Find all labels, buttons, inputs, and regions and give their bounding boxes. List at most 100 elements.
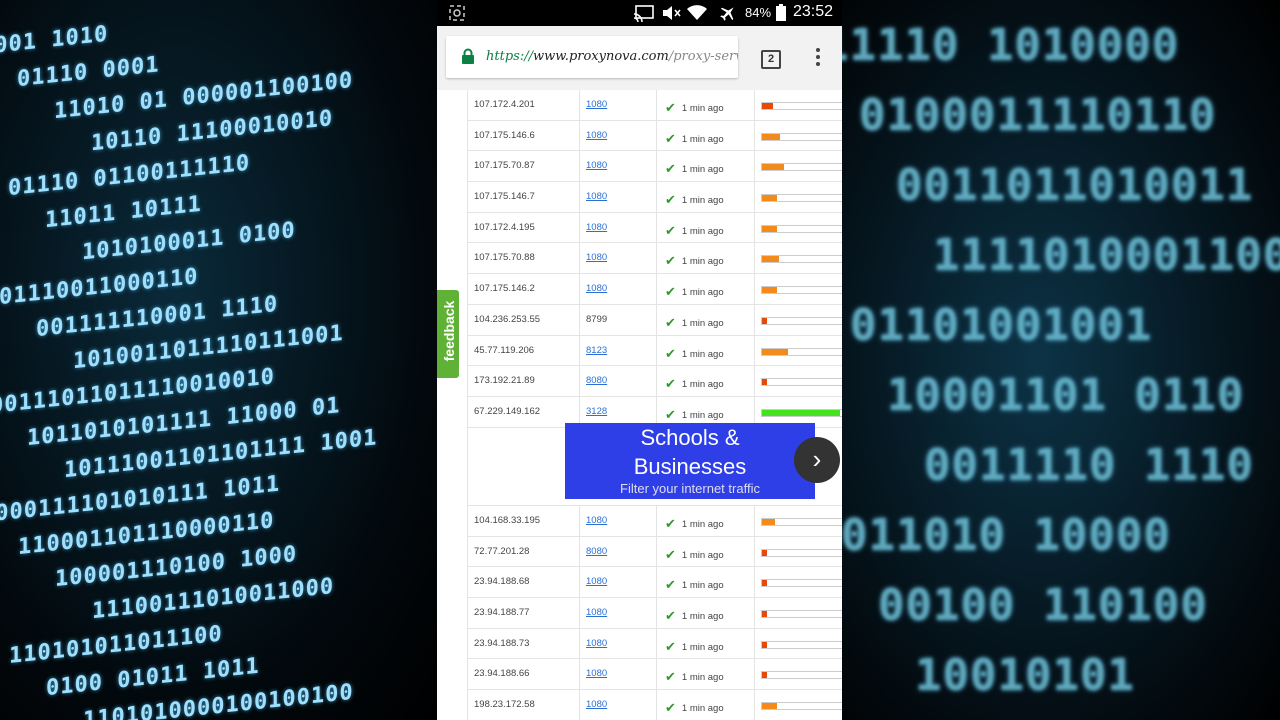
- wifi-icon: [686, 4, 708, 25]
- last-checked-text: 1 min ago: [681, 519, 724, 530]
- feedback-tab[interactable]: feedback: [437, 290, 459, 378]
- lock-icon: [462, 48, 474, 69]
- battery-icon: [776, 4, 786, 25]
- phone-screen: 84% 23:52 https://www.proxynova.com/prox…: [437, 0, 842, 720]
- speed-bar: [761, 548, 842, 557]
- last-checked-cell: ✔ 1 min ago: [656, 212, 754, 243]
- speed-bar-fill: [762, 195, 778, 202]
- cast-icon: [633, 4, 655, 25]
- table-row: 72.77.201.28 8080 ✔ 1 min ago: [467, 536, 842, 568]
- speed-bar: [761, 194, 842, 203]
- last-checked-cell: ✔ 1 min ago: [656, 690, 754, 720]
- speed-bar-fill: [762, 379, 767, 386]
- last-checked-text: 1 min ago: [681, 287, 724, 299]
- ad-title-line2: Businesses: [633, 454, 747, 479]
- last-checked-cell: ✔ 1 min ago: [656, 598, 754, 628]
- last-checked-cell: ✔ 1 min ago: [656, 335, 754, 366]
- check-icon: ✔: [665, 100, 676, 115]
- port-cell: 1080: [579, 567, 656, 598]
- speed-cell: [754, 243, 842, 274]
- last-checked-cell: ✔ 1 min ago: [656, 243, 754, 274]
- ip-address-cell: 173.192.21.89: [467, 366, 579, 396]
- speed-bar-fill: [762, 317, 767, 324]
- binary-text-line: 01101001001: [850, 300, 1153, 351]
- binary-text-line: 1111010001100: [933, 230, 1280, 281]
- port-link[interactable]: 1080: [586, 283, 607, 294]
- tab-switcher-button[interactable]: 2: [761, 50, 781, 69]
- battery-percent: 84%: [745, 5, 772, 20]
- ip-address-cell: 107.172.4.195: [467, 212, 579, 243]
- port-link[interactable]: 8080: [586, 375, 607, 386]
- port-link[interactable]: 1080: [586, 130, 607, 141]
- port-link[interactable]: 1080: [586, 160, 607, 171]
- speed-bar-fill: [762, 703, 778, 710]
- url-scheme: https://: [486, 49, 533, 64]
- speed-cell: [754, 304, 842, 335]
- address-bar[interactable]: https://www.proxynova.com/proxy-server-: [446, 36, 738, 78]
- port-cell: 8080: [579, 366, 656, 396]
- port-link[interactable]: 1080: [586, 515, 607, 526]
- check-icon: ✔: [665, 546, 676, 562]
- last-checked-text: 1 min ago: [681, 549, 724, 561]
- speed-bar: [761, 255, 842, 264]
- port-cell: 1080: [579, 598, 656, 628]
- last-checked-cell: ✔ 1 min ago: [656, 274, 754, 304]
- table-row: 107.172.4.195 1080 ✔ 1 min ago: [467, 212, 842, 244]
- check-icon: ✔: [665, 608, 676, 624]
- speed-bar-fill: [762, 549, 767, 556]
- status-bar: 84% 23:52: [437, 0, 842, 26]
- speed-cell: [754, 506, 842, 536]
- last-checked-text: 1 min ago: [681, 256, 724, 268]
- ip-address-cell: 107.175.146.2: [467, 274, 579, 304]
- port-cell: 1080: [579, 243, 656, 274]
- check-icon: ✔: [665, 222, 676, 238]
- binary-text-line: 0011011010011: [896, 160, 1254, 211]
- screenshot-icon: [448, 4, 466, 25]
- table-row: 173.192.21.89 8080 ✔ 1 min ago: [467, 366, 842, 397]
- ad-banner[interactable]: Schools & Businesses Filter your interne…: [565, 423, 815, 499]
- last-checked-text: 1 min ago: [681, 348, 724, 360]
- last-checked-cell: ✔ 1 min ago: [656, 182, 754, 212]
- overflow-menu-icon[interactable]: [816, 48, 822, 69]
- port-cell: 1080: [579, 182, 656, 212]
- speed-bar-fill: [762, 672, 767, 679]
- last-checked-cell: ✔ 1 min ago: [656, 304, 754, 335]
- ip-address-cell: 104.236.253.55: [467, 304, 579, 335]
- speed-cell: [754, 335, 842, 366]
- port-link[interactable]: 1080: [586, 222, 607, 233]
- port-link[interactable]: 1080: [586, 607, 607, 618]
- ip-address-cell: 107.175.70.87: [467, 151, 579, 182]
- table-row: 104.168.33.195 1080 ✔ 1 min ago: [467, 506, 842, 537]
- ip-address-cell: 23.94.188.77: [467, 598, 579, 628]
- speed-bar-fill: [762, 133, 780, 140]
- port-cell: 1080: [579, 274, 656, 304]
- check-icon: ✔: [665, 130, 676, 146]
- table-row: 23.94.188.73 1080 ✔ 1 min ago: [467, 628, 842, 660]
- port-link[interactable]: 8080: [586, 546, 607, 557]
- port-link[interactable]: 1080: [586, 252, 607, 263]
- table-row: 23.94.188.66 1080 ✔ 1 min ago: [467, 659, 842, 691]
- port-cell: 8080: [579, 536, 656, 567]
- port-link[interactable]: 1080: [586, 99, 607, 110]
- port-link[interactable]: 1080: [586, 638, 607, 649]
- last-checked-text: 1 min ago: [681, 672, 724, 684]
- check-icon: ✔: [665, 376, 676, 392]
- last-checked-text: 1 min ago: [681, 225, 724, 237]
- last-checked-cell: ✔ 1 min ago: [656, 567, 754, 598]
- table-row: 107.172.4.201 1080 ✔ 1 min ago: [467, 90, 842, 121]
- port-link[interactable]: 1080: [586, 576, 607, 587]
- port-link[interactable]: 3128: [586, 406, 607, 417]
- speed-bar: [761, 163, 842, 172]
- port-link[interactable]: 1080: [586, 668, 607, 679]
- port-link[interactable]: 1080: [586, 699, 607, 710]
- table-row: 104.236.253.55 8799 ✔ 1 min ago: [467, 304, 842, 336]
- ad-next-arrow-icon[interactable]: ›: [794, 437, 840, 483]
- port-link[interactable]: 8123: [586, 345, 607, 356]
- check-icon: ✔: [665, 577, 676, 593]
- speed-cell: [754, 628, 842, 659]
- check-icon: ✔: [665, 253, 676, 269]
- speed-cell: [754, 567, 842, 598]
- port-link[interactable]: 1080: [586, 191, 607, 202]
- speed-bar-fill: [762, 256, 779, 263]
- binary-text-line: 011010 10000: [842, 510, 1171, 561]
